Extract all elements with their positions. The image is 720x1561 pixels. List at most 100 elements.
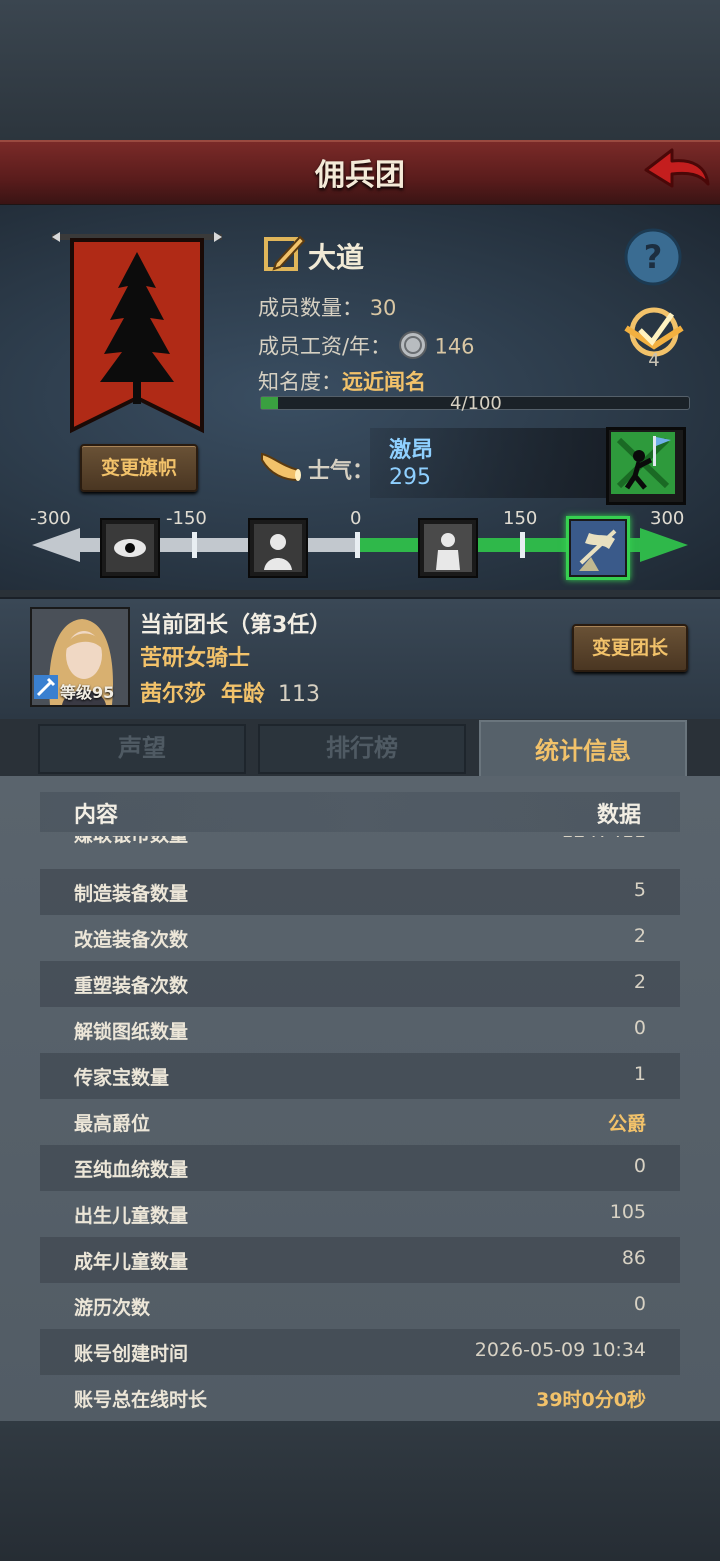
fame-line: 知名度：远近闻名 — [258, 366, 426, 396]
rally-button[interactable] — [606, 427, 686, 505]
bottom-backdrop — [0, 1421, 720, 1561]
leader-age-label: 年龄 — [221, 682, 266, 707]
row-value: 2026-05-09 10:34 — [474, 1339, 646, 1361]
morale-status: 激昂 — [389, 438, 434, 463]
row-label: 改造装备次数 — [74, 929, 189, 951]
silver-coin-icon — [398, 330, 428, 365]
achievement-badge[interactable]: 4 — [622, 302, 686, 374]
row-label: 重塑装备次数 — [74, 975, 189, 997]
leader-name: 茜尔莎 — [140, 682, 207, 707]
table-row: 重塑装备次数 2 — [40, 961, 680, 1007]
members-label: 成员数量： — [258, 296, 363, 320]
eye-icon — [106, 524, 154, 572]
table-row: 制造装备数量 5 — [40, 869, 680, 915]
table-row: 账号创建时间 2026-05-09 10:34 — [40, 1329, 680, 1375]
page-title: 佣兵团 — [315, 158, 405, 193]
row-label: 出生儿童数量 — [74, 1205, 189, 1227]
row-value: 公爵 — [607, 1113, 646, 1135]
row-label: 传家宝数量 — [74, 1067, 170, 1089]
inspired-icon — [571, 521, 625, 575]
table-row: 游历次数 0 — [40, 1283, 680, 1329]
fame-value: 远近闻名 — [342, 370, 426, 394]
back-button[interactable] — [642, 144, 712, 194]
morale-level-panic[interactable] — [100, 518, 160, 578]
morale-level-steady[interactable] — [418, 518, 478, 578]
table-row: 账号总在线时长 39时0分0秒 — [40, 1375, 680, 1421]
tab-leaderboard[interactable]: 排行榜 — [258, 724, 466, 774]
leader-class-icon — [34, 675, 58, 699]
tab-reputation[interactable]: 声望 — [38, 724, 246, 774]
members-line: 成员数量： 30 — [258, 292, 396, 322]
badge-count: 4 — [648, 350, 660, 371]
scale-tick-label: 0 — [350, 508, 362, 529]
wage-value: 146 — [434, 334, 475, 359]
scale-tick-label: 150 — [503, 508, 538, 529]
help-icon: ? — [624, 228, 682, 286]
row-label: 成年儿童数量 — [74, 1251, 189, 1273]
row-value: 86 — [621, 1247, 646, 1269]
table-row: 至纯血统数量 0 — [40, 1145, 680, 1191]
edit-name-icon[interactable] — [264, 233, 306, 277]
row-value: 0 — [633, 1017, 646, 1039]
top-backdrop — [0, 0, 720, 140]
scale-tick-label: -150 — [166, 508, 207, 529]
row-value: 1247411 — [561, 836, 646, 842]
leader-info-line: 茜尔莎 年龄 113 — [140, 676, 320, 708]
wage-label: 成员工资/年： — [258, 334, 392, 359]
fame-progress-fill — [261, 397, 279, 409]
row-value: 5 — [633, 879, 646, 901]
morale-label: 士气： — [308, 459, 375, 484]
table-row: 最高爵位 公爵 — [40, 1099, 680, 1145]
leader-age-value: 113 — [278, 682, 321, 707]
row-value: 2 — [633, 971, 646, 993]
grief-icon — [254, 524, 302, 572]
row-label: 至纯血统数量 — [74, 1159, 189, 1181]
row-label: 制造装备数量 — [74, 883, 189, 905]
tab-statistics[interactable]: 统计信息 — [479, 720, 687, 780]
table-row: 传家宝数量 1 — [40, 1053, 680, 1099]
table-row: 解锁图纸数量 0 — [40, 1007, 680, 1053]
horn-icon — [258, 448, 302, 488]
row-label: 游历次数 — [74, 1297, 151, 1319]
row-value: 39时0分0秒 — [536, 1389, 646, 1411]
calm-icon — [424, 524, 472, 572]
members-value: 30 — [369, 296, 397, 320]
column-header-content: 内容 — [74, 803, 119, 828]
morale-level-inspired[interactable] — [566, 516, 630, 580]
morale-level-despair[interactable] — [248, 518, 308, 578]
sword-icon — [36, 677, 56, 697]
rally-flag-icon — [611, 432, 675, 494]
row-label: 赚取银币数量 — [74, 836, 188, 847]
table-header — [40, 792, 680, 832]
row-value: 0 — [633, 1155, 646, 1177]
leader-class: 苦研女骑士 — [140, 646, 251, 671]
morale-value: 295 — [389, 465, 431, 490]
table-row: 赚取银币数量 1247411 — [40, 836, 680, 858]
stats-list[interactable]: 赚取银币数量 1247411 制造装备数量 5 改造装备次数 2 重塑装备次数 … — [0, 836, 720, 1421]
table-row: 改造装备次数 2 — [40, 915, 680, 961]
leader-portrait[interactable]: 等级95 — [30, 607, 130, 707]
leader-level: 等级95 — [60, 683, 115, 702]
row-label: 解锁图纸数量 — [74, 1021, 189, 1043]
row-label: 账号创建时间 — [74, 1343, 189, 1365]
change-leader-button[interactable]: 变更团长 — [572, 624, 688, 672]
leader-title: 当前团长（第3任） — [140, 613, 332, 638]
help-button[interactable]: ? — [624, 228, 682, 286]
fame-label: 知名度： — [258, 370, 342, 394]
scale-tick-label: -300 — [30, 508, 71, 529]
row-value: 1 — [633, 1063, 646, 1085]
guild-banner — [52, 228, 222, 438]
scale-tick-label: 300 — [650, 508, 685, 529]
row-label: 最高爵位 — [74, 1113, 151, 1135]
column-header-data: 数据 — [597, 803, 642, 828]
row-value: 105 — [609, 1201, 646, 1223]
wage-line: 成员工资/年： 146 — [258, 330, 475, 365]
guild-name: 大道 — [308, 241, 365, 274]
table-row: 成年儿童数量 86 — [40, 1237, 680, 1283]
back-arrow-icon — [644, 148, 710, 188]
row-value: 2 — [633, 925, 646, 947]
table-row: 出生儿童数量 105 — [40, 1191, 680, 1237]
svg-text:?: ? — [644, 238, 663, 276]
change-banner-button[interactable]: 变更旗帜 — [80, 444, 198, 492]
row-value: 0 — [633, 1293, 646, 1315]
